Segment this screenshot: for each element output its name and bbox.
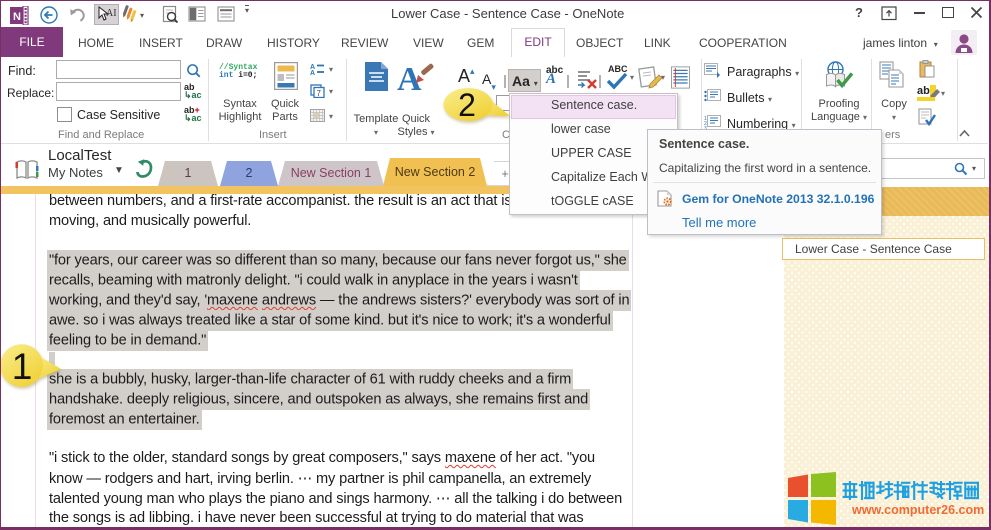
svg-text:1: 1 (12, 346, 33, 387)
svg-text:N: N (13, 11, 21, 23)
svg-text:A: A (310, 70, 315, 75)
svg-text:AI: AI (106, 8, 117, 19)
svg-text:7: 7 (317, 89, 322, 98)
svg-text:2: 2 (458, 87, 476, 123)
